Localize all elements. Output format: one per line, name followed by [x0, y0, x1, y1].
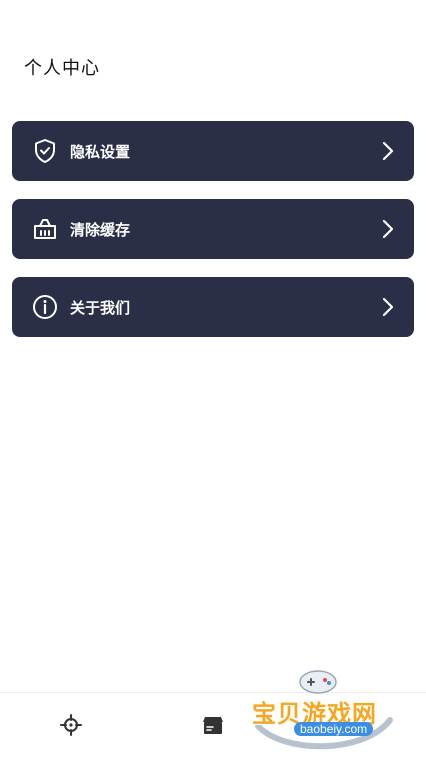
tab-box[interactable] [201, 715, 225, 739]
chevron-right-icon [380, 297, 396, 317]
watermark-domain: baobeiy.com [294, 722, 374, 736]
box-icon [202, 715, 224, 739]
menu-item-label: 清除缓存 [70, 220, 131, 239]
menu-item-label: 隐私设置 [70, 142, 131, 161]
menu-item-clear-cache[interactable]: 清除缓存 [12, 199, 414, 259]
crosshair-icon [60, 714, 82, 740]
basket-icon [32, 216, 58, 242]
shield-check-icon [32, 138, 58, 164]
page-title: 个人中心 [24, 58, 100, 79]
chevron-right-icon [380, 219, 396, 239]
chevron-right-icon [380, 141, 396, 161]
menu-item-privacy-settings[interactable]: 隐私设置 [12, 121, 414, 181]
menu-item-label: 关于我们 [70, 298, 131, 317]
personal-center-page: 个人中心 隐私设置 清除缓存 关于我们 宝贝游戏网 baobeiy.com [0, 0, 426, 759]
tab-crosshair[interactable] [59, 714, 83, 740]
info-icon [32, 294, 58, 320]
watermark-logo: 宝贝游戏网 baobeiy.com [250, 664, 400, 756]
settings-menu: 隐私设置 清除缓存 关于我们 [12, 121, 414, 355]
menu-item-about-us[interactable]: 关于我们 [12, 277, 414, 337]
